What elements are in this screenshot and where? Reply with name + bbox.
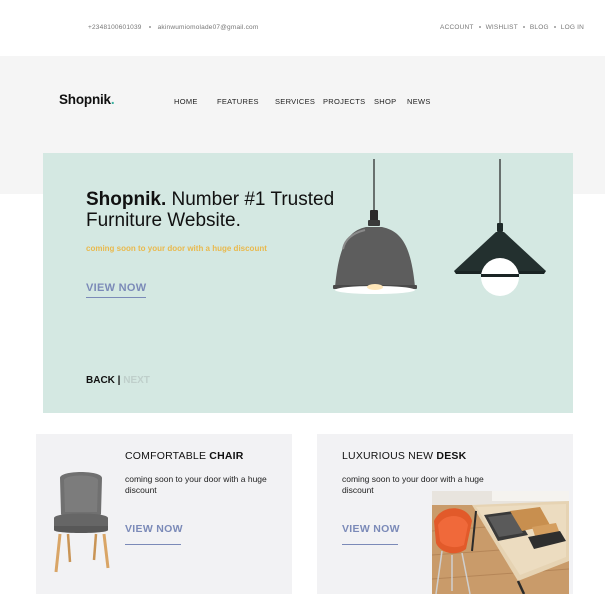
chair-view-now-button[interactable]: VIEW NOW bbox=[125, 523, 183, 535]
separator-dot bbox=[553, 26, 556, 29]
desk-view-now-button[interactable]: VIEW NOW bbox=[342, 523, 400, 535]
top-bar: +2348100601039 akinwumiomolade07@gmail.co… bbox=[0, 0, 605, 56]
hero-subtitle: coming soon to your door with a huge dis… bbox=[86, 244, 267, 253]
nav-projects[interactable]: PROJECTS bbox=[323, 97, 365, 106]
wishlist-link[interactable]: WISHLIST bbox=[486, 24, 518, 31]
card-title-plain: LUXURIOUS NEW bbox=[342, 450, 437, 462]
nav-features[interactable]: FEATURES bbox=[217, 97, 259, 106]
brand-name: Shopnik bbox=[59, 92, 111, 107]
account-link[interactable]: ACCOUNT bbox=[440, 24, 474, 31]
hero-title: Shopnik. Number #1 Trusted Furniture Web… bbox=[86, 189, 366, 231]
brand-logo[interactable]: Shopnik. bbox=[59, 92, 115, 107]
nav-shop[interactable]: SHOP bbox=[374, 97, 396, 106]
nav-news[interactable]: NEWS bbox=[407, 97, 431, 106]
product-card-desk[interactable]: LUXURIOUS NEW DESK coming soon to your d… bbox=[317, 434, 573, 594]
hero-title-brand: Shopnik. bbox=[86, 189, 167, 210]
hero-view-now-button[interactable]: VIEW NOW bbox=[86, 282, 147, 298]
slider-pager: BACK | NEXT bbox=[86, 375, 150, 386]
separator-dot bbox=[478, 26, 481, 29]
account-links: ACCOUNT WISHLIST BLOG LOG IN bbox=[440, 24, 584, 31]
desk-photo bbox=[432, 491, 569, 594]
hero-banner: Shopnik. Number #1 Trusted Furniture Web… bbox=[43, 153, 573, 413]
next-button[interactable]: NEXT bbox=[123, 375, 150, 386]
cta-underline bbox=[342, 544, 398, 545]
card-title-plain: COMFORTABLE bbox=[125, 450, 210, 462]
login-link[interactable]: LOG IN bbox=[561, 24, 584, 31]
blog-link[interactable]: BLOG bbox=[530, 24, 549, 31]
product-card-chair[interactable]: COMFORTABLE CHAIR coming soon to your do… bbox=[36, 434, 292, 594]
phone-number[interactable]: +2348100601039 bbox=[88, 24, 142, 31]
cta-underline bbox=[125, 544, 181, 545]
contact-info: +2348100601039 akinwumiomolade07@gmail.co… bbox=[88, 24, 258, 31]
pager-separator: | bbox=[114, 375, 124, 386]
nav-services[interactable]: SERVICES bbox=[275, 97, 315, 106]
card-title-bold: DESK bbox=[436, 450, 467, 462]
chair-image bbox=[54, 472, 110, 573]
nav-home[interactable]: HOME bbox=[174, 97, 198, 106]
card-description: coming soon to your door with a huge dis… bbox=[125, 474, 267, 495]
brand-dot: . bbox=[110, 92, 115, 107]
email-address[interactable]: akinwumiomolade07@gmail.com bbox=[158, 24, 259, 31]
card-title: LUXURIOUS NEW DESK bbox=[342, 450, 466, 462]
card-title: COMFORTABLE CHAIR bbox=[125, 450, 244, 462]
card-title-bold: CHAIR bbox=[209, 450, 244, 462]
separator-dot bbox=[522, 26, 525, 29]
back-button[interactable]: BACK bbox=[86, 375, 115, 386]
separator-dot bbox=[148, 26, 151, 29]
